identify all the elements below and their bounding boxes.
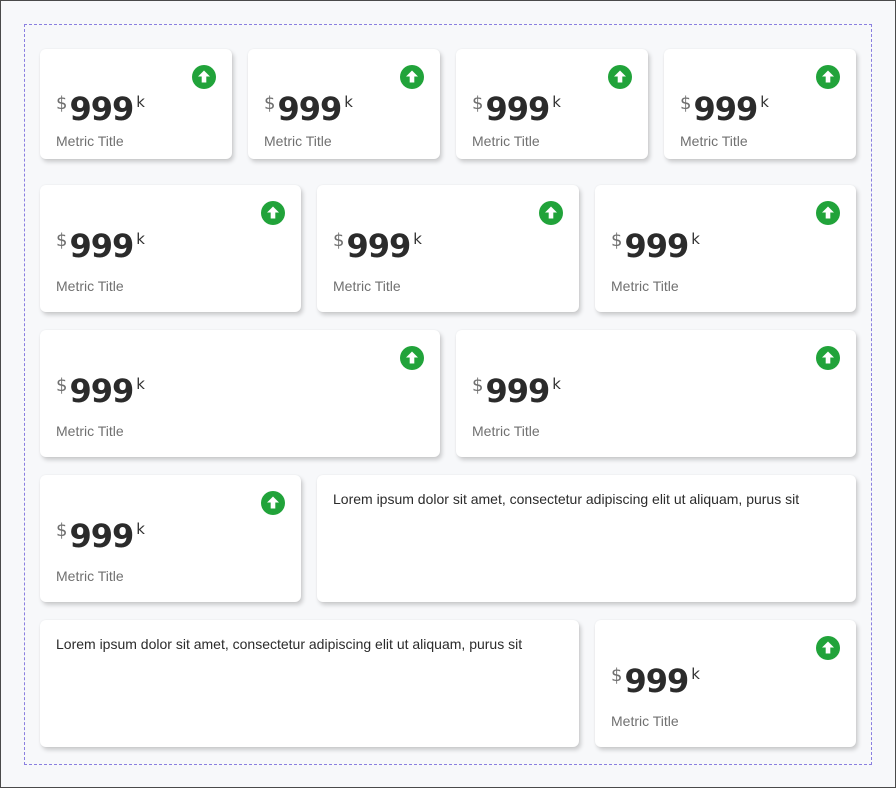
- metric-suffix: k: [136, 520, 145, 538]
- text-card-body: Lorem ipsum dolor sit amet, consectetur …: [56, 636, 523, 652]
- metric-suffix: k: [136, 93, 145, 111]
- currency-symbol: $: [56, 230, 68, 251]
- currency-symbol: $: [611, 665, 623, 686]
- metric-title: Metric Title: [56, 278, 124, 294]
- metric-title: Metric Title: [56, 423, 124, 439]
- metric-title: Metric Title: [264, 133, 332, 149]
- metric-card[interactable]: $ 999 k Metric Title: [317, 185, 579, 312]
- currency-symbol: $: [680, 93, 692, 114]
- currency-symbol: $: [472, 375, 484, 396]
- currency-symbol: $: [333, 230, 345, 251]
- metric-value: $ 999 k: [264, 91, 353, 127]
- metric-suffix: k: [691, 665, 700, 683]
- metric-title: Metric Title: [680, 133, 748, 149]
- metric-title: Metric Title: [472, 133, 540, 149]
- metric-suffix: k: [413, 230, 422, 248]
- metric-suffix: k: [136, 230, 145, 248]
- metric-value: $ 999 k: [56, 518, 145, 554]
- text-card: Lorem ipsum dolor sit amet, consectetur …: [40, 620, 579, 747]
- metric-number: 999: [69, 372, 134, 410]
- metric-number: 999: [624, 662, 689, 700]
- metric-value: $ 999 k: [472, 91, 561, 127]
- metric-number: 999: [693, 90, 758, 128]
- metric-card[interactable]: $ 999 k Metric Title: [595, 620, 856, 747]
- metric-number: 999: [69, 90, 134, 128]
- metric-value: $ 999 k: [333, 228, 422, 264]
- metric-suffix: k: [552, 93, 561, 111]
- metric-value: $ 999 k: [56, 228, 145, 264]
- metric-title: Metric Title: [56, 133, 124, 149]
- metric-suffix: k: [552, 375, 561, 393]
- arrow-up-circle-icon: [261, 201, 285, 225]
- metric-number: 999: [485, 372, 550, 410]
- arrow-up-circle-icon: [400, 346, 424, 370]
- arrow-up-circle-icon: [816, 201, 840, 225]
- arrow-up-circle-icon: [192, 65, 216, 89]
- metric-card[interactable]: $ 999 k Metric Title: [456, 330, 856, 457]
- metric-number: 999: [485, 90, 550, 128]
- currency-symbol: $: [264, 93, 276, 114]
- text-card-body: Lorem ipsum dolor sit amet, consectetur …: [333, 491, 800, 507]
- metric-value: $ 999 k: [680, 91, 769, 127]
- arrow-up-circle-icon: [400, 65, 424, 89]
- metric-card[interactable]: $ 999 k Metric Title: [456, 49, 648, 159]
- metric-suffix: k: [344, 93, 353, 111]
- currency-symbol: $: [56, 375, 68, 396]
- metric-suffix: k: [136, 375, 145, 393]
- arrow-up-circle-icon: [816, 346, 840, 370]
- metric-number: 999: [69, 517, 134, 555]
- metric-title: Metric Title: [56, 568, 124, 584]
- metric-number: 999: [69, 227, 134, 265]
- metric-title: Metric Title: [611, 278, 679, 294]
- metric-number: 999: [346, 227, 411, 265]
- metric-title: Metric Title: [472, 423, 540, 439]
- metric-title: Metric Title: [611, 713, 679, 729]
- metric-value: $ 999 k: [611, 663, 700, 699]
- currency-symbol: $: [611, 230, 623, 251]
- metric-value: $ 999 k: [611, 228, 700, 264]
- metric-card[interactable]: $ 999 k Metric Title: [40, 49, 232, 159]
- arrow-up-circle-icon: [816, 65, 840, 89]
- currency-symbol: $: [56, 520, 68, 541]
- metric-card[interactable]: $ 999 k Metric Title: [248, 49, 440, 159]
- metric-number: 999: [624, 227, 689, 265]
- metric-title: Metric Title: [333, 278, 401, 294]
- arrow-up-circle-icon: [816, 636, 840, 660]
- metric-card[interactable]: $ 999 k Metric Title: [664, 49, 856, 159]
- text-card: Lorem ipsum dolor sit amet, consectetur …: [317, 475, 856, 602]
- currency-symbol: $: [56, 93, 68, 114]
- metric-number: 999: [277, 90, 342, 128]
- metric-value: $ 999 k: [56, 373, 145, 409]
- arrow-up-circle-icon: [608, 65, 632, 89]
- metric-value: $ 999 k: [472, 373, 561, 409]
- currency-symbol: $: [472, 93, 484, 114]
- metric-card[interactable]: $ 999 k Metric Title: [595, 185, 856, 312]
- metric-card[interactable]: $ 999 k Metric Title: [40, 330, 440, 457]
- metric-card[interactable]: $ 999 k Metric Title: [40, 475, 301, 602]
- metric-suffix: k: [691, 230, 700, 248]
- metric-card[interactable]: $ 999 k Metric Title: [40, 185, 301, 312]
- arrow-up-circle-icon: [539, 201, 563, 225]
- metric-value: $ 999 k: [56, 91, 145, 127]
- metric-suffix: k: [760, 93, 769, 111]
- arrow-up-circle-icon: [261, 491, 285, 515]
